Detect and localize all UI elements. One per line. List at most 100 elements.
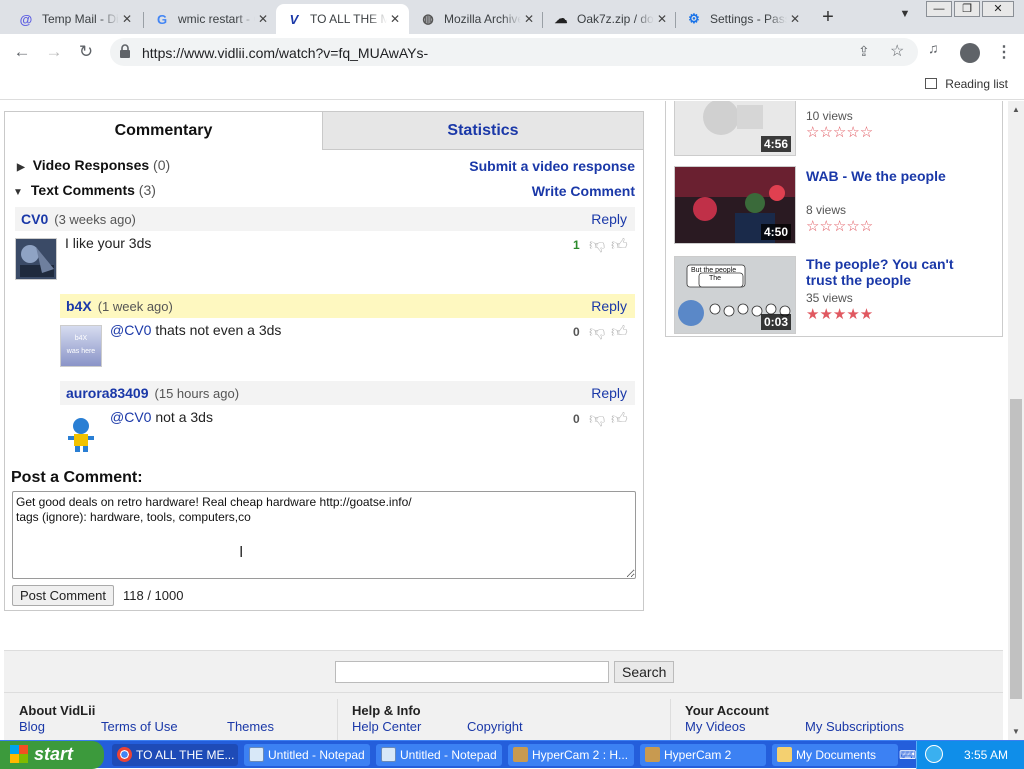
write-comment-link[interactable]: Write Comment	[532, 183, 635, 199]
text-comments-label: Text Comments	[30, 182, 135, 198]
profile-avatar-icon[interactable]	[960, 43, 980, 63]
media-controls-icon[interactable]: ♫	[928, 40, 939, 56]
thumbs-up-icon[interactable]: 👍︎	[611, 236, 628, 255]
page-scrollbar[interactable]: ▲ ▼	[1008, 101, 1024, 740]
browser-tab-settings[interactable]: ⚙ Settings - Passwords ✕	[676, 4, 809, 34]
address-toolbar: ← → ↻ https://www.vidlii.com/watch?v=fq_…	[0, 34, 1024, 70]
browser-tab-vidlii[interactable]: V TO ALL THE MEN ✕	[276, 4, 409, 34]
close-icon[interactable]: ✕	[255, 12, 271, 26]
page-viewport: Commentary Statistics ▶ Video Responses (…	[0, 101, 1008, 740]
browser-tab-mozilla[interactable]: ◍ Mozilla Archive ✕	[410, 4, 543, 34]
reading-list-button[interactable]: Reading list	[925, 77, 1008, 91]
rating-stars-icon: ☆☆☆☆☆	[806, 218, 874, 235]
footer-link-my-videos[interactable]: My Videos	[685, 719, 745, 734]
video-title[interactable]: The people? You can't trust the people	[806, 256, 976, 288]
avatar[interactable]	[15, 238, 57, 280]
lock-icon[interactable]	[119, 44, 131, 58]
taskbar-button-my-documents[interactable]: My Documents	[772, 744, 898, 766]
keyboard-icon[interactable]: ⌨	[899, 748, 916, 762]
share-icon[interactable]: ⇪	[858, 43, 870, 60]
browser-tab-oak7z[interactable]: ☁ Oak7z.zip / down ✕	[543, 4, 676, 34]
tab-search-chevron-icon[interactable]: ▼	[895, 8, 915, 20]
scroll-down-arrow-icon[interactable]: ▼	[1012, 727, 1020, 736]
comment-username[interactable]: CV0 (3 weeks ago)	[21, 211, 136, 227]
taskbar-button-notepad-1[interactable]: Untitled - Notepad	[244, 744, 370, 766]
triangle-down-icon: ▼	[13, 187, 23, 198]
reply-link[interactable]: Reply	[591, 211, 627, 227]
video-title[interactable]: WAB - We the people	[806, 168, 976, 184]
rating-stars-icon: ★★★★★	[806, 306, 874, 323]
restore-button[interactable]: ❐	[954, 1, 980, 17]
video-thumbnail[interactable]: But the people The 0:03	[674, 256, 796, 334]
submit-video-response-link[interactable]: Submit a video response	[469, 158, 635, 174]
forward-button[interactable]: →	[42, 40, 66, 64]
thumbs-up-icon[interactable]: 👍︎	[611, 410, 628, 429]
network-icon[interactable]	[925, 745, 943, 763]
close-icon[interactable]: ✕	[119, 12, 135, 26]
video-views: 35 views	[806, 291, 853, 305]
video-thumbnail[interactable]: 4:56	[674, 101, 796, 156]
taskbar-button-hypercam-1[interactable]: HyperCam 2 : H...	[508, 744, 634, 766]
text-comments-toggle[interactable]: ▼ Text Comments (3)	[13, 182, 156, 198]
hypercam-icon	[645, 747, 660, 762]
reload-button[interactable]: ↻	[74, 40, 98, 64]
related-video-item[interactable]: 4:50 WAB - We the people 8 views ☆☆☆☆☆	[666, 166, 986, 250]
address-bar[interactable]: https://www.vidlii.com/watch?v=fq_MUAwAY…	[110, 38, 918, 66]
footer-link-blog[interactable]: Blog	[19, 719, 45, 734]
post-comment-button[interactable]: Post Comment	[12, 585, 114, 606]
video-responses-toggle[interactable]: ▶ Video Responses (0)	[17, 157, 170, 173]
avatar[interactable]: b4X was here	[60, 325, 102, 367]
new-tab-button[interactable]: +	[816, 6, 840, 28]
avatar[interactable]	[60, 412, 102, 454]
video-responses-count: (0)	[153, 157, 171, 173]
taskbar-button-hypercam-2[interactable]: HyperCam 2	[640, 744, 766, 766]
footer-search-button[interactable]: Search	[614, 661, 675, 683]
bookmark-star-icon[interactable]: ☆	[890, 41, 904, 61]
tab-title: wmic restart - Google	[178, 12, 255, 26]
footer-link-themes[interactable]: Themes	[227, 719, 274, 734]
thumbs-down-icon[interactable]: 👎︎	[589, 323, 605, 342]
related-video-item[interactable]: But the people The 0:03 The people? You …	[666, 256, 986, 336]
footer-link-help-center[interactable]: Help Center	[352, 719, 421, 734]
close-icon[interactable]: ✕	[787, 12, 803, 26]
reply-link[interactable]: Reply	[591, 298, 627, 314]
minimize-button[interactable]: —	[926, 1, 952, 17]
thumbs-down-icon[interactable]: 👎︎	[589, 236, 605, 255]
footer-link-my-subscriptions[interactable]: My Subscriptions	[805, 719, 904, 734]
mention-link[interactable]: @CV0	[110, 409, 151, 425]
start-button[interactable]: start	[0, 741, 104, 769]
mention-link[interactable]: @CV0	[110, 322, 151, 338]
tab-statistics[interactable]: Statistics	[323, 112, 643, 150]
comment-username[interactable]: aurora83409 (15 hours ago)	[66, 385, 239, 401]
footer-link-terms[interactable]: Terms of Use	[101, 719, 178, 734]
tab-title: Oak7z.zip / down	[577, 12, 654, 26]
comment-username[interactable]: b4X (1 week ago)	[66, 298, 173, 314]
taskbar-button-notepad-2[interactable]: Untitled - Notepad	[376, 744, 502, 766]
scrollbar-thumb[interactable]	[1010, 399, 1022, 699]
taskbar-button-browser[interactable]: TO ALL THE ME...	[112, 744, 238, 766]
thumbs-down-icon[interactable]: 👎︎	[589, 410, 605, 429]
related-video-item[interactable]: 4:56 10 views ☆☆☆☆☆	[666, 101, 986, 162]
tab-title: Temp Mail - Disposable	[42, 12, 119, 26]
url-text[interactable]: https://www.vidlii.com/watch?v=fq_MUAwAY…	[142, 45, 428, 61]
folder-icon	[777, 747, 792, 762]
tab-commentary[interactable]: Commentary	[5, 112, 323, 150]
footer-search-input[interactable]	[335, 661, 609, 683]
video-thumbnail[interactable]: 4:50	[674, 166, 796, 244]
close-icon[interactable]: ✕	[521, 12, 537, 26]
footer-link-copyright[interactable]: Copyright	[467, 719, 523, 734]
scroll-up-arrow-icon[interactable]: ▲	[1012, 105, 1020, 114]
kebab-menu-icon[interactable]: ⋮	[996, 42, 1012, 62]
vidlii-icon: V	[289, 11, 299, 27]
close-window-button[interactable]: ✕	[982, 1, 1014, 17]
reading-list-label: Reading list	[945, 77, 1008, 91]
browser-tab-google[interactable]: G wmic restart - Google ✕	[144, 4, 277, 34]
comment-textarea[interactable]: Get good deals on retro hardware! Real c…	[12, 491, 636, 579]
browser-tab-temp-mail[interactable]: @ Temp Mail - Disposable ✕	[8, 4, 141, 34]
close-icon[interactable]: ✕	[387, 12, 403, 26]
back-button[interactable]: ←	[10, 40, 34, 64]
tab-title: Settings - Passwords	[710, 12, 787, 26]
reply-link[interactable]: Reply	[591, 385, 627, 401]
thumbs-up-icon[interactable]: 👍︎	[611, 323, 628, 342]
close-icon[interactable]: ✕	[654, 12, 670, 26]
